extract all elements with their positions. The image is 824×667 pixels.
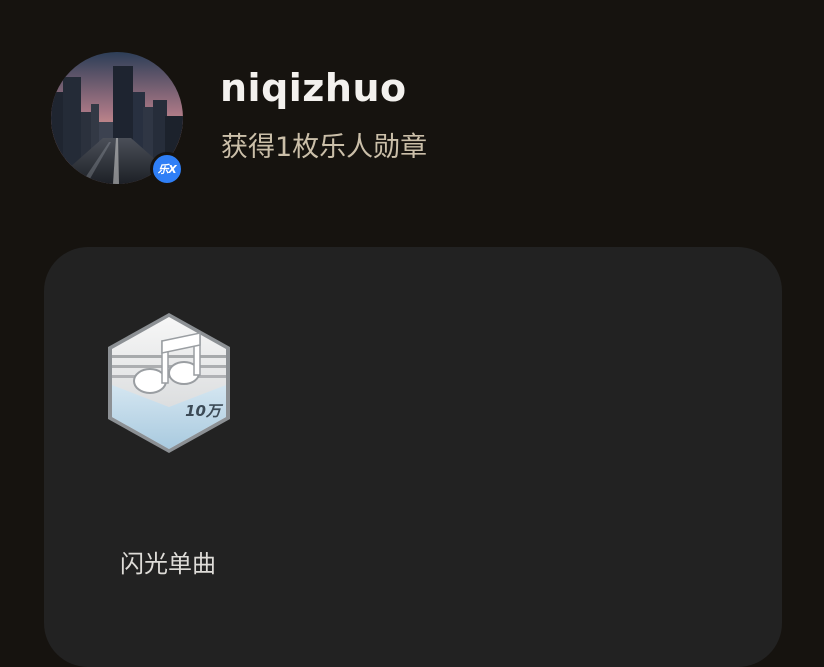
username: niqizhuo [220, 66, 407, 110]
verified-badge-text: 乐X [157, 163, 177, 176]
badge-panel: 10万 闪光单曲 [44, 247, 782, 667]
avatar-container[interactable]: 乐X [51, 52, 184, 186]
verified-badge-icon: 乐X [150, 152, 184, 186]
badge-name: 闪光单曲 [120, 550, 216, 578]
badge-count-summary: 获得1枚乐人勋章 [221, 132, 428, 163]
music-note-hexagon-badge-icon: 10万 [104, 311, 234, 457]
badge-item[interactable]: 10万 闪光单曲 [100, 311, 244, 578]
badge-tier-label: 10万 [185, 402, 224, 420]
profile-header: 乐X niqizhuo 获得1枚乐人勋章 [0, 0, 824, 240]
